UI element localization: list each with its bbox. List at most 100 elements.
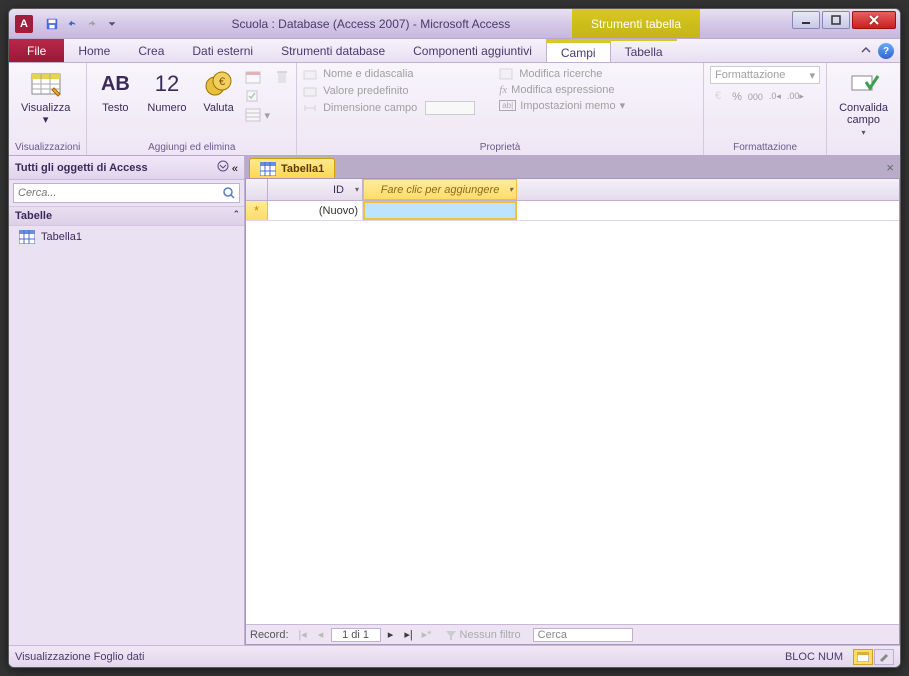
decrease-decimals-icon[interactable]: .00▸ [787, 91, 804, 102]
tab-home[interactable]: Home [64, 39, 124, 62]
group-convalida: Convalida campo ▾ [827, 63, 900, 155]
testo-button[interactable]: AB Testo [93, 66, 137, 116]
record-search[interactable]: Cerca [533, 628, 633, 642]
ribbon-tabs: File Home Crea Dati esterni Strumenti da… [9, 39, 900, 63]
group-label-aggiungi: Aggiungi ed elimina [93, 140, 290, 155]
main-area: Tutti gli oggetti di Access « Tabelle ˆ … [9, 156, 900, 645]
currency-icon: € [203, 68, 235, 100]
titlebar: A Scuola : Database (Access 2007) - Micr… [9, 9, 900, 39]
text-icon: AB [99, 68, 131, 100]
datasheet-view-icon [30, 68, 62, 100]
first-record-icon[interactable]: |◂ [295, 628, 311, 642]
filter-indicator[interactable]: Nessun filtro [445, 629, 521, 641]
search-icon[interactable] [219, 184, 239, 202]
help-icon[interactable]: ? [878, 43, 894, 59]
group-label-formattazione: Formattazione [710, 140, 820, 155]
close-button[interactable] [852, 11, 896, 29]
svg-text:€: € [218, 76, 224, 88]
prev-record-icon[interactable]: ◂ [313, 628, 329, 642]
group-aggiungi: AB Testo 12 Numero € Valuta ▾ [87, 63, 297, 155]
modifica-ricerche-button[interactable]: Modifica ricerche [499, 66, 625, 82]
more-fields-button[interactable]: ▾ [245, 106, 271, 124]
datasheet-view-btn[interactable] [853, 649, 873, 665]
tab-dati-esterni[interactable]: Dati esterni [178, 39, 267, 62]
undo-icon[interactable] [63, 15, 81, 33]
col-header-add[interactable]: Fare clic per aggiungere▾ [363, 179, 517, 200]
tab-campi[interactable]: Campi [546, 41, 611, 62]
percent-format-icon[interactable]: % [732, 91, 742, 103]
valuta-button[interactable]: € Valuta [197, 66, 241, 116]
redo-icon[interactable] [83, 15, 101, 33]
tab-componenti[interactable]: Componenti aggiuntivi [399, 39, 546, 62]
currency-format-icon[interactable]: € [710, 87, 726, 106]
app-icon: A [15, 15, 33, 33]
delete-button[interactable] [274, 68, 290, 86]
col-dropdown-icon[interactable]: ▾ [509, 185, 513, 194]
impostazioni-memo-button[interactable]: ab|Impostazioni memo ▾ [499, 98, 625, 113]
file-tab[interactable]: File [9, 39, 64, 62]
thousands-icon[interactable]: 000 [748, 92, 763, 102]
ribbon: Visualizza▾ Visualizzazioni AB Testo 12 … [9, 63, 900, 156]
svg-text:€: € [715, 90, 721, 102]
minimize-button[interactable] [792, 11, 820, 29]
status-left: Visualizzazione Foglio dati [15, 651, 144, 663]
collapse-icon: ˆ [234, 210, 238, 222]
group-proprieta: Nome e didascalia Valore predefinito Dim… [297, 63, 704, 155]
nome-button[interactable]: Nome e didascalia [303, 66, 475, 82]
record-navigator: Record: |◂ ◂ 1 di 1 ▸ ▸| ▸* Nessun filtr… [246, 624, 899, 644]
last-record-icon[interactable]: ▸| [401, 628, 417, 642]
nav-header[interactable]: Tutti gli oggetti di Access « [9, 156, 244, 180]
close-doc-icon[interactable]: × [886, 160, 894, 175]
datasheet: ID▾ Fare clic per aggiungere▾ * (Nuovo) … [245, 178, 900, 645]
cell-id[interactable]: (Nuovo) [268, 201, 363, 220]
modifica-espressione-button[interactable]: fxModifica espressione [499, 83, 625, 97]
validation-icon [848, 68, 880, 100]
table-icon [19, 230, 35, 244]
numero-button[interactable]: 12 Numero [141, 66, 192, 116]
tab-crea[interactable]: Crea [124, 39, 178, 62]
select-all-corner[interactable] [246, 179, 268, 200]
table-icon [260, 162, 276, 176]
search-input[interactable] [14, 184, 219, 202]
nav-dropdown-icon[interactable]: « [217, 160, 238, 175]
window-title: Scuola : Database (Access 2007) - Micros… [231, 17, 510, 31]
navigation-pane: Tutti gli oggetti di Access « Tabelle ˆ … [9, 156, 245, 645]
datasheet-body[interactable] [246, 221, 899, 624]
visualizza-button[interactable]: Visualizza▾ [15, 66, 76, 128]
minimize-ribbon-icon[interactable] [860, 45, 872, 60]
design-view-btn[interactable] [874, 649, 894, 665]
document-area: Tabella1 × ID▾ Fare clic per aggiungere▾… [245, 156, 900, 645]
document-tabs: Tabella1 × [245, 156, 900, 178]
statusbar: Visualizzazione Foglio dati BLOC NUM [9, 645, 900, 667]
doc-tab-tabella1[interactable]: Tabella1 [249, 158, 335, 178]
new-record-row: * (Nuovo) [246, 201, 899, 221]
nav-group-tabelle[interactable]: Tabelle ˆ [9, 206, 244, 226]
view-switcher [853, 649, 894, 665]
quick-access-toolbar [43, 15, 121, 33]
col-dropdown-icon[interactable]: ▾ [355, 185, 359, 194]
context-tools-title: Strumenti tabella [572, 9, 700, 38]
column-headers: ID▾ Fare clic per aggiungere▾ [246, 179, 899, 201]
app-window: A Scuola : Database (Access 2007) - Micr… [8, 8, 901, 668]
convalida-button[interactable]: Convalida campo ▾ [833, 66, 894, 139]
tab-tabella[interactable]: Tabella [611, 41, 677, 62]
next-record-icon[interactable]: ▸ [383, 628, 399, 642]
yesno-button[interactable] [245, 87, 271, 105]
datetime-button[interactable] [245, 68, 271, 86]
format-combo[interactable]: Formattazione▾ [710, 66, 820, 84]
dimensione-button[interactable]: Dimensione campo [303, 100, 475, 116]
increase-decimals-icon[interactable]: .0◂ [769, 91, 781, 102]
row-selector[interactable]: * [246, 201, 268, 220]
col-header-id[interactable]: ID▾ [268, 179, 363, 200]
qat-dropdown-icon[interactable] [103, 15, 121, 33]
nav-item-tabella1[interactable]: Tabella1 [9, 226, 244, 248]
maximize-button[interactable] [822, 11, 850, 29]
record-position[interactable]: 1 di 1 [331, 628, 381, 642]
active-cell[interactable] [363, 201, 517, 220]
group-label-visualizzazioni: Visualizzazioni [15, 140, 80, 155]
valore-button[interactable]: Valore predefinito [303, 83, 475, 99]
tab-strumenti-database[interactable]: Strumenti database [267, 39, 399, 62]
save-icon[interactable] [43, 15, 61, 33]
group-visualizzazioni: Visualizza▾ Visualizzazioni [9, 63, 87, 155]
new-record-icon[interactable]: ▸* [419, 628, 435, 642]
